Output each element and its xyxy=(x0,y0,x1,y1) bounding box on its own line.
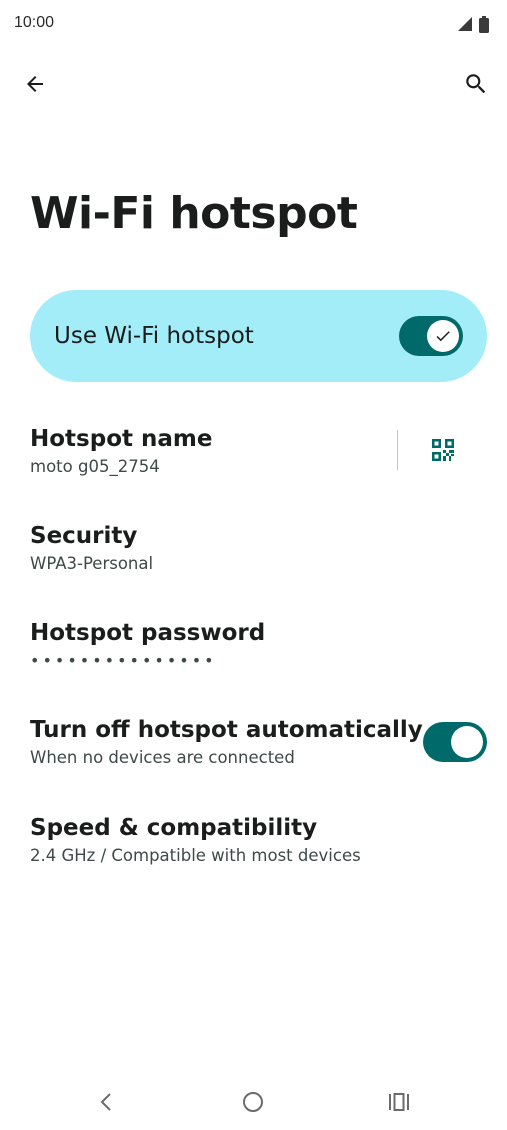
use-wifi-hotspot-switch-bar[interactable]: Use Wi-Fi hotspot xyxy=(30,290,487,382)
hotspot-name-title: Hotspot name xyxy=(30,426,213,452)
turn-off-automatically-title: Turn off hotspot automatically xyxy=(30,717,423,743)
system-navigation-bar xyxy=(0,1072,507,1130)
back-button[interactable] xyxy=(13,62,57,106)
speed-compatibility-preference[interactable]: Speed & compatibility 2.4 GHz / Compatib… xyxy=(30,813,361,867)
security-title: Security xyxy=(30,523,138,549)
toggle-knob xyxy=(427,320,459,352)
nav-home-icon xyxy=(243,1092,263,1112)
nav-recents-icon xyxy=(389,1093,409,1111)
speed-compatibility-title: Speed & compatibility xyxy=(30,815,318,841)
search-icon xyxy=(466,74,486,94)
top-app-bar xyxy=(0,58,507,110)
security-summary: WPA3-Personal xyxy=(30,554,154,573)
use-wifi-hotspot-toggle[interactable] xyxy=(399,316,463,356)
search-button[interactable] xyxy=(454,62,498,106)
nav-back-button[interactable] xyxy=(87,1082,127,1122)
use-wifi-hotspot-label: Use Wi-Fi hotspot xyxy=(54,323,254,349)
status-icons xyxy=(457,14,489,34)
page-title: Wi-Fi hotspot xyxy=(30,188,358,239)
turn-off-automatically-summary: When no devices are connected xyxy=(30,748,295,767)
toggle-knob xyxy=(451,726,483,758)
hotspot-name-preference[interactable]: Hotspot name moto g05_2754 xyxy=(30,424,212,478)
speed-compatibility-summary: 2.4 GHz / Compatible with most devices xyxy=(30,846,361,865)
nav-recents-button[interactable] xyxy=(379,1082,419,1122)
cellular-signal-icon xyxy=(458,17,472,31)
turn-off-hotspot-automatically-preference[interactable]: Turn off hotspot automatically When no d… xyxy=(30,715,423,769)
hotspot-password-preference[interactable]: Hotspot password ••••••••••••••• xyxy=(30,618,265,672)
check-icon xyxy=(436,331,450,342)
nav-home-button[interactable] xyxy=(233,1082,273,1122)
arrow-back-icon xyxy=(27,76,43,92)
qr-code-icon xyxy=(432,439,454,461)
turn-off-automatically-toggle[interactable] xyxy=(423,722,487,762)
share-qr-code-button[interactable] xyxy=(421,428,465,472)
hotspot-name-summary: moto g05_2754 xyxy=(30,457,160,476)
status-time: 10:00 xyxy=(14,14,55,31)
hotspot-password-title: Hotspot password xyxy=(30,620,266,646)
status-bar: 10:00 xyxy=(0,0,507,48)
security-preference[interactable]: Security WPA3-Personal xyxy=(30,521,153,575)
vertical-divider xyxy=(397,430,398,470)
nav-back-icon xyxy=(100,1093,111,1111)
hotspot-password-masked: ••••••••••••••• xyxy=(30,651,217,670)
battery-icon xyxy=(479,15,489,33)
